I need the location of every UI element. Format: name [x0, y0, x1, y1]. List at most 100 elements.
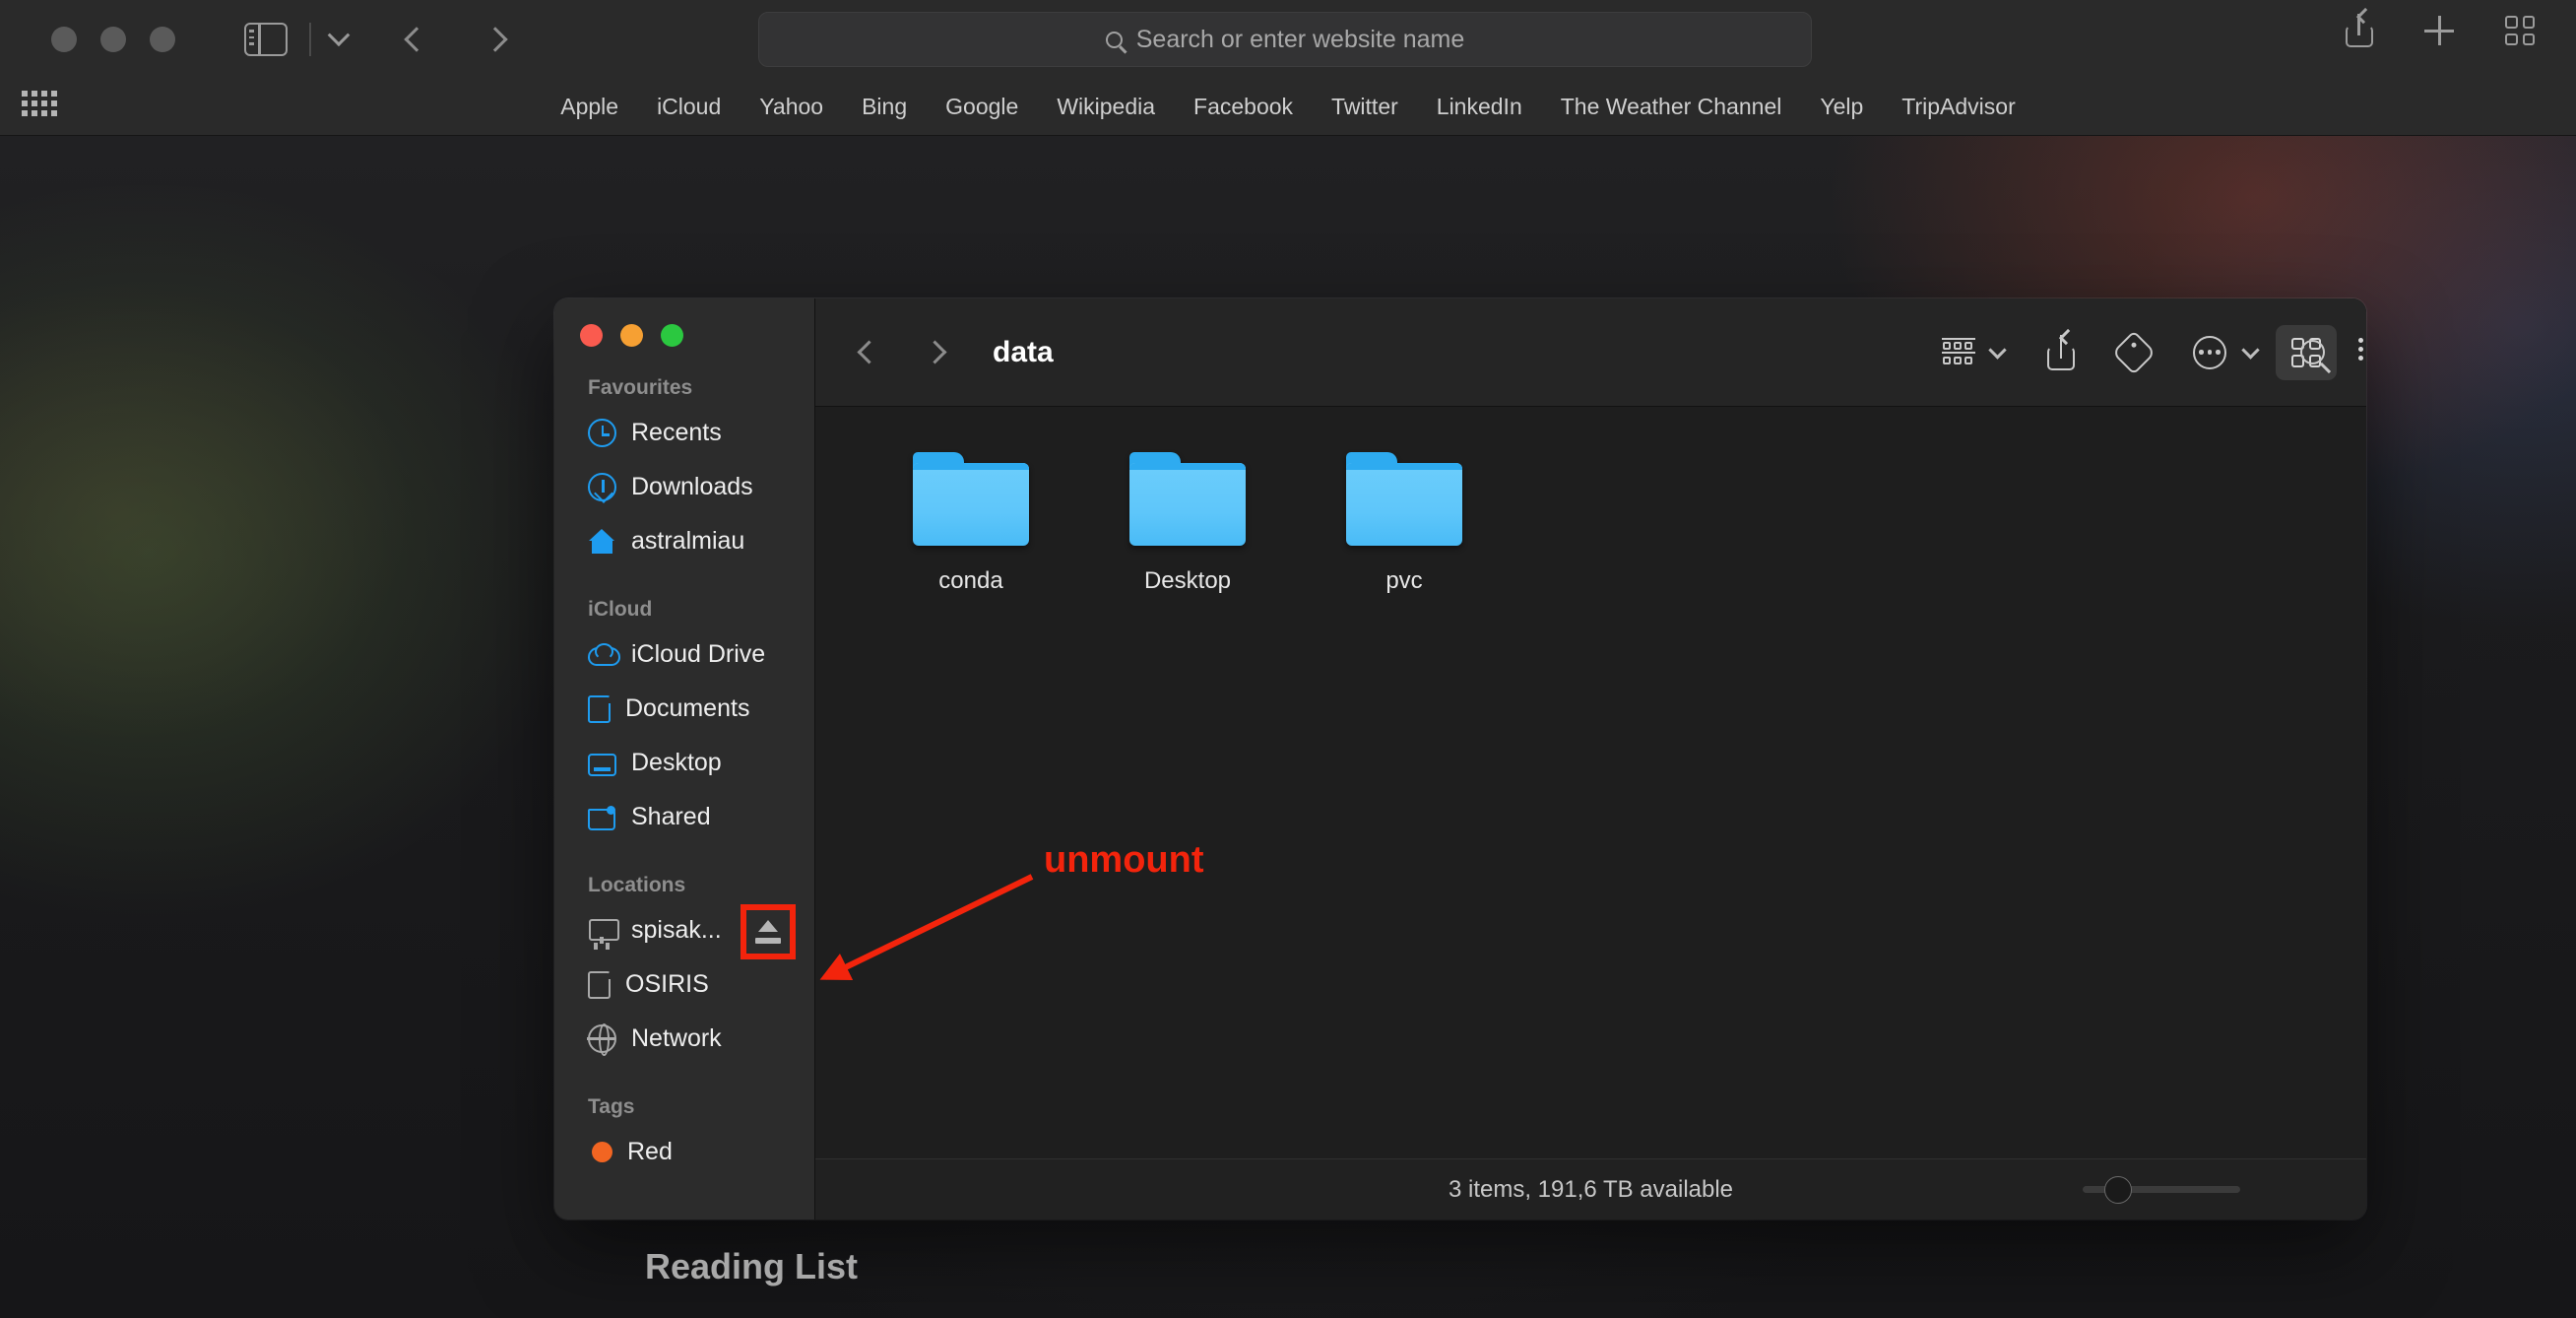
finder-window-controls	[554, 312, 814, 347]
forward-arrow-icon[interactable]	[483, 27, 507, 51]
sidebar-group-locations-title: Locations	[554, 874, 814, 903]
display-icon	[588, 916, 616, 945]
file-item-conda[interactable]: conda	[863, 452, 1079, 595]
sidebar-item-spisak[interactable]: spisak...	[554, 903, 814, 957]
finder-zoom-button[interactable]	[661, 324, 683, 347]
finder-minimize-button[interactable]	[620, 324, 643, 347]
safari-window-chrome: Search or enter website name Apple iClou…	[0, 0, 2576, 136]
new-tab-icon[interactable]	[2424, 16, 2454, 45]
bookmark-yelp[interactable]: Yelp	[1820, 94, 1863, 120]
safari-minimize-button[interactable]	[100, 27, 126, 52]
shared-folder-icon	[588, 803, 616, 831]
file-item-desktop[interactable]: Desktop	[1079, 452, 1296, 595]
icon-size-slider[interactable]	[2083, 1175, 2240, 1205]
sidebar-item-documents[interactable]: Documents	[554, 682, 814, 736]
bookmark-linkedin[interactable]: LinkedIn	[1437, 94, 1522, 120]
finder-close-button[interactable]	[580, 324, 603, 347]
file-label: conda	[863, 567, 1079, 595]
tag-icon[interactable]	[2111, 330, 2156, 374]
file-label: pvc	[1296, 567, 1513, 595]
status-text: 3 items, 191,6 TB available	[1449, 1176, 1733, 1204]
sidebar-item-label: Recents	[631, 419, 722, 447]
safari-zoom-button[interactable]	[150, 27, 175, 52]
chevron-down-icon[interactable]	[1988, 341, 2006, 359]
sidebar-item-osiris[interactable]: OSIRIS	[554, 957, 814, 1012]
cloud-icon	[588, 640, 616, 669]
file-item-pvc[interactable]: pvc	[1296, 452, 1513, 595]
sidebar-group-favourites-title: Favourites	[554, 376, 814, 406]
finder-toolbar-actions	[1942, 335, 2325, 370]
folder-icon	[1129, 452, 1246, 546]
bookmark-facebook[interactable]: Facebook	[1193, 94, 1293, 120]
more-actions-icon[interactable]	[2193, 336, 2226, 369]
share-icon[interactable]	[2047, 335, 2075, 370]
back-arrow-icon[interactable]	[857, 340, 880, 363]
sidebar-group-icloud-title: iCloud	[554, 598, 814, 627]
finder-toolbar: data	[815, 298, 2366, 407]
sidebar-item-tag-red[interactable]: Red	[554, 1125, 814, 1179]
bookmark-tripadvisor[interactable]: TripAdvisor	[1901, 94, 2015, 120]
sidebar-item-label: Documents	[625, 694, 749, 723]
bookmark-google[interactable]: Google	[945, 94, 1018, 120]
search-icon	[1106, 32, 1123, 48]
sidebar-item-icloud-drive[interactable]: iCloud Drive	[554, 627, 814, 682]
sidebar-item-label: OSIRIS	[625, 970, 709, 999]
sidebar-item-label: Shared	[631, 803, 711, 831]
document-icon	[588, 971, 611, 999]
chevron-down-icon[interactable]	[328, 24, 351, 46]
forward-arrow-icon[interactable]	[923, 340, 946, 363]
tag-dot-red-icon	[592, 1142, 612, 1162]
sidebar-toggle-icon[interactable]	[244, 23, 288, 56]
bookmarks-bar: Apple iCloud Yahoo Bing Google Wikipedia…	[0, 79, 2576, 135]
finder-content-pane: data	[815, 298, 2366, 1219]
bookmark-weather-channel[interactable]: The Weather Channel	[1561, 94, 1782, 120]
sidebar-item-desktop[interactable]: Desktop	[554, 736, 814, 790]
bookmark-icloud[interactable]: iCloud	[657, 94, 721, 120]
file-grid: conda Desktop pvc	[863, 452, 2366, 595]
bookmark-apple[interactable]: Apple	[560, 94, 618, 120]
sidebar-item-label: Desktop	[631, 749, 722, 777]
clock-icon	[588, 419, 616, 447]
safari-toolbar-right	[2346, 14, 2535, 47]
toolbar-divider	[309, 23, 311, 56]
bookmark-wikipedia[interactable]: Wikipedia	[1057, 94, 1155, 120]
sidebar-item-astralmiau[interactable]: astralmiau	[554, 514, 814, 568]
eject-button-highlight	[746, 910, 790, 954]
share-icon[interactable]	[2346, 14, 2373, 47]
sidebar-item-shared[interactable]: Shared	[554, 790, 814, 844]
list-view-button[interactable]	[2345, 325, 2366, 380]
tab-overview-icon[interactable]	[2505, 16, 2535, 45]
sidebar-item-label: iCloud Drive	[631, 640, 765, 669]
bookmark-bing[interactable]: Bing	[862, 94, 907, 120]
bookmark-twitter[interactable]: Twitter	[1331, 94, 1398, 120]
finder-window: Favourites Recents Downloads astralmiau …	[554, 298, 2366, 1219]
page-title: data	[993, 336, 1054, 369]
search-icon[interactable]	[2300, 340, 2325, 364]
launchpad-grid-icon[interactable]	[22, 91, 57, 116]
folder-icon	[1346, 452, 1462, 546]
back-arrow-icon[interactable]	[404, 27, 428, 51]
monitor-icon	[588, 754, 616, 776]
file-grid-area[interactable]: conda Desktop pvc	[815, 407, 2366, 1158]
chevron-down-icon[interactable]	[2241, 341, 2259, 359]
folder-icon	[913, 452, 1029, 546]
download-circle-icon	[588, 473, 616, 501]
reading-list-heading: Reading List	[645, 1246, 858, 1287]
sidebar-group-tags-title: Tags	[554, 1095, 814, 1125]
safari-window-controls	[51, 27, 175, 52]
globe-icon	[588, 1024, 616, 1053]
sidebar-item-downloads[interactable]: Downloads	[554, 460, 814, 514]
address-search-bar[interactable]: Search or enter website name	[758, 12, 1812, 67]
finder-status-bar: 3 items, 191,6 TB available	[815, 1158, 2366, 1219]
slider-knob[interactable]	[2104, 1176, 2132, 1204]
list-icon	[2358, 340, 2366, 365]
desktop-background: Search or enter website name Apple iClou…	[0, 0, 2576, 1318]
group-by-icon[interactable]	[1942, 338, 1975, 367]
safari-close-button[interactable]	[51, 27, 77, 52]
sidebar-item-network[interactable]: Network	[554, 1012, 814, 1066]
sidebar-item-recents[interactable]: Recents	[554, 406, 814, 460]
safari-toolbar: Search or enter website name	[0, 0, 2576, 79]
bookmark-yahoo[interactable]: Yahoo	[759, 94, 823, 120]
sidebar-lines-icon	[249, 30, 254, 49]
eject-icon[interactable]	[755, 920, 781, 944]
